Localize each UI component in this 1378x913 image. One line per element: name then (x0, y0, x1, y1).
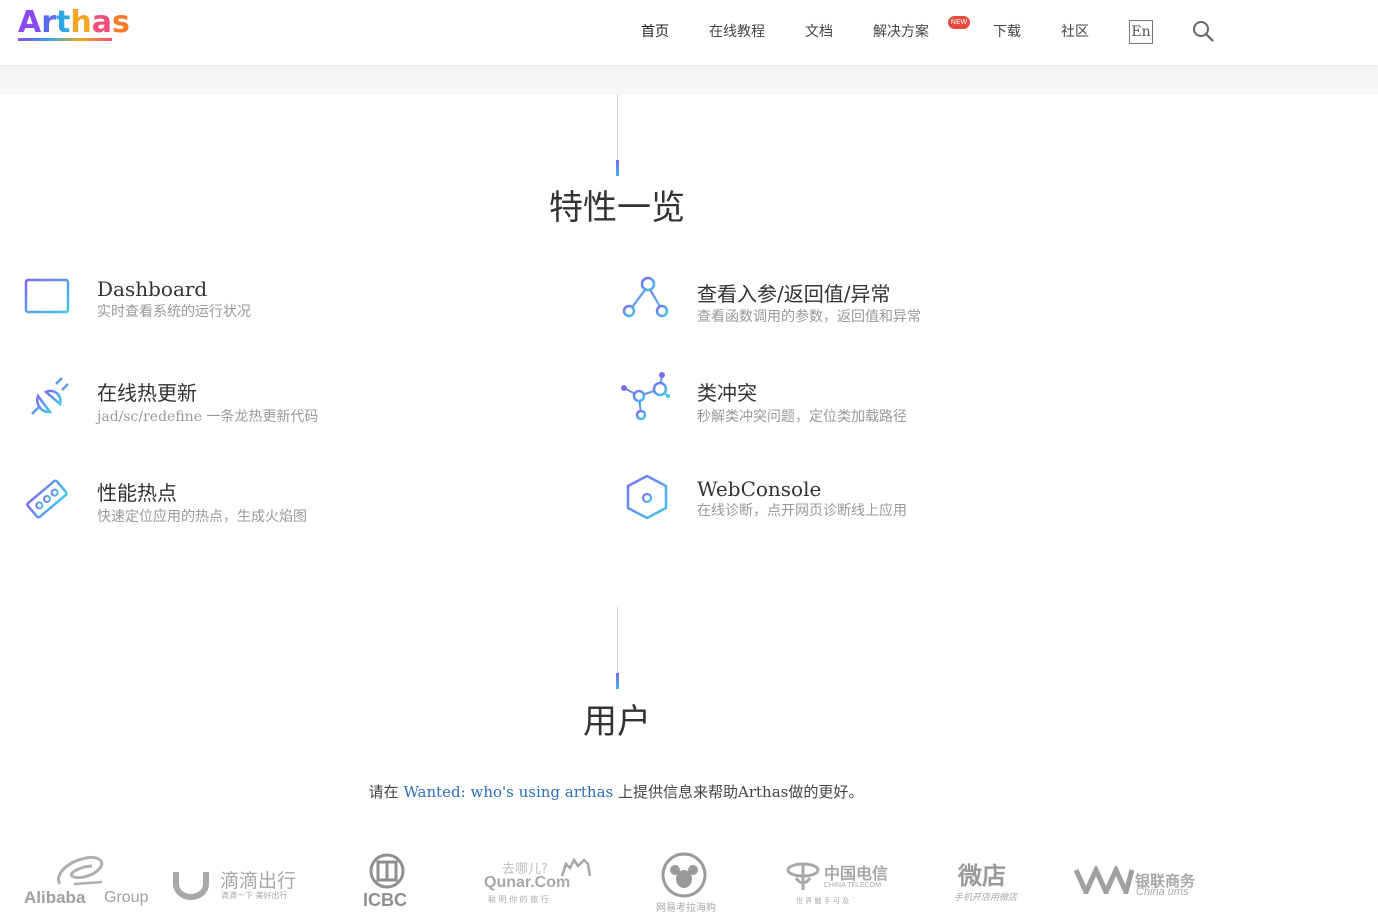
feature-desc-watch: 查看函数调用的参数，返回值和异常 (697, 309, 921, 325)
alibaba-mark-icon (57, 856, 104, 886)
users-note: 请在 Wanted: who's using arthas 上提供信息来帮助Ar… (0, 781, 1232, 802)
alibaba-logo: Alibaba Group (24, 848, 154, 912)
didi-mark-icon (173, 872, 209, 900)
qunar-logo-text: Qunar.Com (484, 874, 571, 891)
didi-logo-sub: 滴滴一下 美好出行 (221, 891, 288, 900)
weidian-logo-text: 微店 (958, 862, 1006, 890)
chinaums-logo: 银联商务 China ums (1074, 848, 1202, 912)
language-switch-button[interactable]: En (1129, 20, 1153, 44)
watch-params-icon (622, 276, 669, 318)
qunar-logo: 去哪儿? Qunar.Com 聪 明 你 的 旅 行 (484, 848, 596, 912)
feature-title-webconsole: WebConsole (697, 477, 822, 501)
feature-desc-dashboard: 实时查看系统的运行状况 (97, 304, 251, 320)
nav-solutions[interactable]: 解决方案 (873, 22, 929, 42)
didi-logo: 滴滴出行 滴滴一下 美好出行 (172, 848, 302, 912)
nav-tutorials[interactable]: 在线教程 (709, 22, 765, 42)
header-spacer (0, 65, 1378, 95)
telecom-logo-slogan: 世 界 触 手 可 及 (796, 897, 850, 905)
logo-underline (18, 38, 112, 41)
feature-title-hot-update: 在线热更新 (97, 381, 197, 405)
search-icon[interactable] (1192, 20, 1214, 42)
feature-desc-profiler: 快速定位应用的热点，生成火焰图 (97, 509, 307, 525)
top-nav-bar: Arthas 首页 在线教程 文档 解决方案 NEW 下载 社区 En (0, 0, 1378, 65)
nav-download[interactable]: 下载 (993, 22, 1021, 42)
webconsole-icon (626, 474, 668, 520)
users-section-title: 用户 (583, 702, 651, 742)
new-badge: NEW (948, 16, 970, 29)
feature-title-profiler: 性能热点 (97, 481, 177, 505)
telecom-mark-icon (786, 862, 820, 890)
users-note-suffix: 上提供信息来帮助Arthas做的更好。 (613, 783, 864, 801)
kaola-logo: 网易考拉海购 (654, 848, 718, 913)
alibaba-logo-sub: Group (104, 889, 149, 906)
feature-title-class-conflict: 类冲突 (697, 381, 757, 405)
feature-desc-class-conflict: 秒解类冲突问题，定位类加载路径 (697, 409, 907, 425)
arthas-logo[interactable]: Arthas (18, 6, 130, 40)
section-divider-line (617, 607, 618, 682)
china-telecom-logo: 中国电信 CHINA TELECOM 世 界 触 手 可 及 (786, 848, 890, 912)
dashboard-icon (24, 278, 70, 314)
qunar-logo-sub: 聪 明 你 的 旅 行 (488, 895, 549, 904)
telecom-logo-sub: CHINA TELECOM (824, 882, 882, 889)
icbc-logo-text: ICBC (363, 890, 407, 910)
class-conflict-icon (621, 372, 670, 421)
users-note-prefix: 请在 (368, 783, 404, 801)
feature-desc-webconsole: 在线诊断，点开网页诊断线上应用 (697, 503, 907, 519)
feature-title-watch: 查看入参/返回值/异常 (697, 282, 891, 306)
profiler-icon (26, 478, 68, 520)
feature-title-dashboard: Dashboard (97, 277, 208, 301)
telecom-logo-text: 中国电信 (824, 864, 889, 883)
icbc-logo: ICBC (360, 848, 420, 912)
kaola-logo-text: 网易考拉海购 (656, 903, 716, 913)
nav-community[interactable]: 社区 (1061, 22, 1089, 42)
feature-desc-hot-update: jad/sc/redefine 一条龙热更新代码 (97, 409, 319, 425)
alibaba-logo-text: Alibaba (24, 888, 86, 907)
kaola-mark-icon (661, 852, 707, 898)
weidian-logo: 微店 手机开店用微店 (952, 848, 1024, 912)
section-divider-mark (616, 673, 619, 689)
wanted-users-link[interactable]: Wanted: who's using arthas (403, 783, 613, 801)
section-divider-mark (616, 160, 619, 176)
weidian-logo-sub: 手机开店用微店 (954, 893, 1018, 903)
hot-update-icon (31, 377, 69, 415)
ums-logo-sub: China ums (1136, 886, 1189, 898)
icbc-mark-icon (369, 853, 405, 889)
didi-logo-text: 滴滴出行 (220, 870, 297, 892)
nav-home[interactable]: 首页 (641, 22, 669, 42)
section-divider-line (617, 95, 618, 165)
ums-mark-icon (1074, 866, 1134, 894)
nav-docs[interactable]: 文档 (805, 22, 833, 42)
features-section-title: 特性一览 (549, 188, 685, 228)
